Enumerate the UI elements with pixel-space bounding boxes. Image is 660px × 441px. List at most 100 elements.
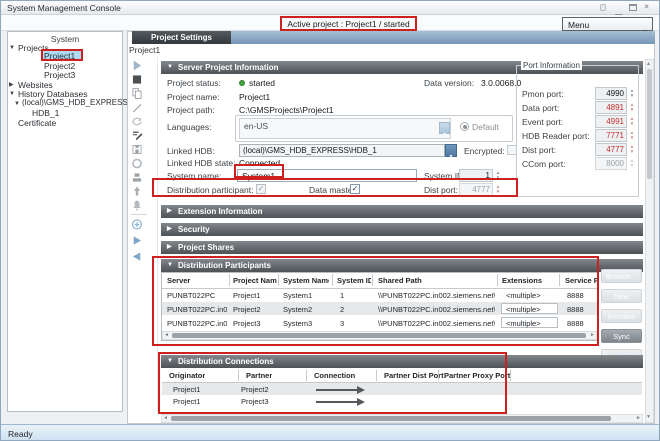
encrypted-label: Encrypted:	[464, 146, 505, 156]
close-circle-icon	[130, 157, 144, 170]
section-security[interactable]: Security	[161, 223, 643, 236]
expander-icon[interactable]	[9, 44, 15, 52]
add-button[interactable]	[130, 218, 146, 232]
minimize-button[interactable]	[615, 3, 624, 12]
column-separator	[510, 370, 511, 381]
tree-item-certificate[interactable]: Certificate	[18, 118, 56, 128]
system-management-console-window: System Management Console Active project…	[0, 0, 660, 441]
spinner-arrows-icon[interactable]	[628, 115, 636, 126]
spinner-arrows-icon[interactable]	[628, 157, 636, 168]
data-version-label: Data version:	[424, 78, 474, 88]
new-button[interactable]: New	[601, 289, 642, 303]
close-project-button[interactable]	[130, 157, 146, 171]
port-information-title: Port Information	[521, 61, 582, 70]
sync-button[interactable]: Sync	[601, 329, 642, 343]
linked-hdb-state-label: Linked HDB state:	[167, 158, 236, 168]
status-dot-icon	[239, 80, 245, 86]
pmon-port-spinner[interactable]: 4990	[595, 87, 627, 100]
expander-icon	[167, 241, 172, 254]
copy-project-button[interactable]	[130, 87, 146, 101]
content-header-project-name: Project1	[129, 45, 160, 55]
expander-icon	[167, 223, 172, 236]
ccom-port-spinner[interactable]: 8000	[595, 157, 627, 170]
menu-dropdown-label: Menu	[568, 20, 589, 30]
delete-project-button[interactable]	[130, 171, 146, 185]
restore-project-button[interactable]	[130, 115, 146, 129]
annotation-distribution-participants	[152, 256, 599, 346]
languages-listbox[interactable]	[239, 118, 451, 139]
spinner-arrows-icon[interactable]	[628, 143, 636, 154]
expander-icon[interactable]	[9, 90, 15, 98]
tab-project-settings[interactable]: Project Settings	[132, 31, 231, 44]
languages-dropdown-button[interactable]	[439, 122, 450, 134]
default-radio[interactable]	[460, 122, 469, 131]
play-icon	[130, 59, 144, 72]
project-path-label: Project path:	[167, 105, 215, 115]
maximize-button[interactable]	[629, 4, 638, 13]
spinner-arrows-icon[interactable]	[628, 129, 636, 140]
default-radio-label: Default	[472, 122, 499, 132]
start-project-button[interactable]	[130, 59, 146, 73]
previous-button[interactable]	[130, 250, 146, 264]
project-path-value: C:\GMSProjects\Project1	[239, 105, 333, 115]
languages-value: en-US	[244, 121, 268, 131]
pmon-port-label: Pmon port:	[522, 89, 564, 99]
next-button[interactable]	[130, 234, 146, 248]
project-name-label: Project name:	[167, 92, 219, 102]
scroll-up-icon[interactable]: ▲	[646, 61, 651, 68]
remove-button[interactable]: Remove	[601, 309, 642, 323]
linked-hdb-dropdown-button[interactable]	[445, 144, 457, 157]
hdb-reader-port-spinner[interactable]: 7771	[595, 129, 627, 142]
status-bar: Ready	[1, 424, 659, 440]
tree-item-hdb-server[interactable]: (local)\GMS_HDB_EXPRESS	[22, 98, 128, 107]
upgrade-project-button[interactable]	[130, 185, 146, 199]
close-button[interactable]	[642, 3, 651, 12]
annotation-distribution-connections	[158, 352, 507, 414]
tab-strip	[231, 31, 655, 44]
annotation-system-name	[234, 164, 284, 178]
pencil-icon	[130, 101, 144, 114]
section-project-shares[interactable]: Project Shares	[161, 241, 643, 254]
annotation-tree-project1	[41, 49, 83, 61]
toolbar-divider	[131, 214, 147, 215]
scroll-right-icon[interactable]: ►	[636, 415, 641, 422]
status-text: Ready	[8, 429, 33, 439]
annotation-distribution-row	[152, 178, 518, 197]
expander-icon	[167, 61, 173, 74]
section-title: Security	[178, 225, 210, 234]
scroll-left-icon[interactable]: ◄	[163, 415, 168, 422]
stop-icon	[130, 73, 144, 86]
spinner-arrows-icon[interactable]	[628, 101, 636, 112]
back-triangle-icon	[130, 250, 144, 263]
tree-item-project3[interactable]: Project3	[44, 70, 75, 80]
event-port-spinner[interactable]: 4991	[595, 115, 627, 128]
menu-dropdown[interactable]: Menu	[562, 17, 653, 31]
pin-icon	[130, 199, 144, 212]
hdb-reader-port-label: HDB Reader port:	[522, 131, 590, 141]
browse-button[interactable]: Browse...	[601, 269, 642, 283]
scrollbar-thumb[interactable]	[171, 416, 611, 421]
up-arrow-icon	[130, 185, 144, 198]
section-extension-information[interactable]: Extension Information	[161, 205, 643, 218]
edit-project-button[interactable]	[130, 101, 146, 115]
section-title: Server Project Information	[178, 63, 278, 72]
annotation-active-project-banner	[280, 16, 417, 31]
rename-project-button[interactable]	[130, 129, 146, 143]
notify-button[interactable]	[130, 199, 146, 213]
save-project-button[interactable]	[130, 143, 146, 157]
section-title: Extension Information	[178, 207, 262, 216]
project-status-label: Project status:	[167, 78, 221, 88]
stop-project-button[interactable]	[130, 73, 146, 87]
data-port-spinner[interactable]: 4891	[595, 101, 627, 114]
tree-item-hdb1[interactable]: HDB_1	[32, 108, 59, 118]
scroll-down-icon[interactable]: ▼	[646, 414, 651, 421]
linked-hdb-value: (local)\GMS_HDB_EXPRESS\HDB_1	[243, 146, 377, 155]
expander-icon[interactable]	[9, 81, 14, 89]
spinner-arrows-icon[interactable]	[628, 87, 636, 98]
expander-icon[interactable]	[14, 100, 20, 108]
expander-icon	[167, 205, 172, 218]
save-icon	[130, 143, 144, 156]
dist-port-info-spinner[interactable]: 4777	[595, 143, 627, 156]
languages-label: Languages:	[167, 122, 211, 132]
scrollbar-thumb[interactable]	[647, 69, 652, 179]
